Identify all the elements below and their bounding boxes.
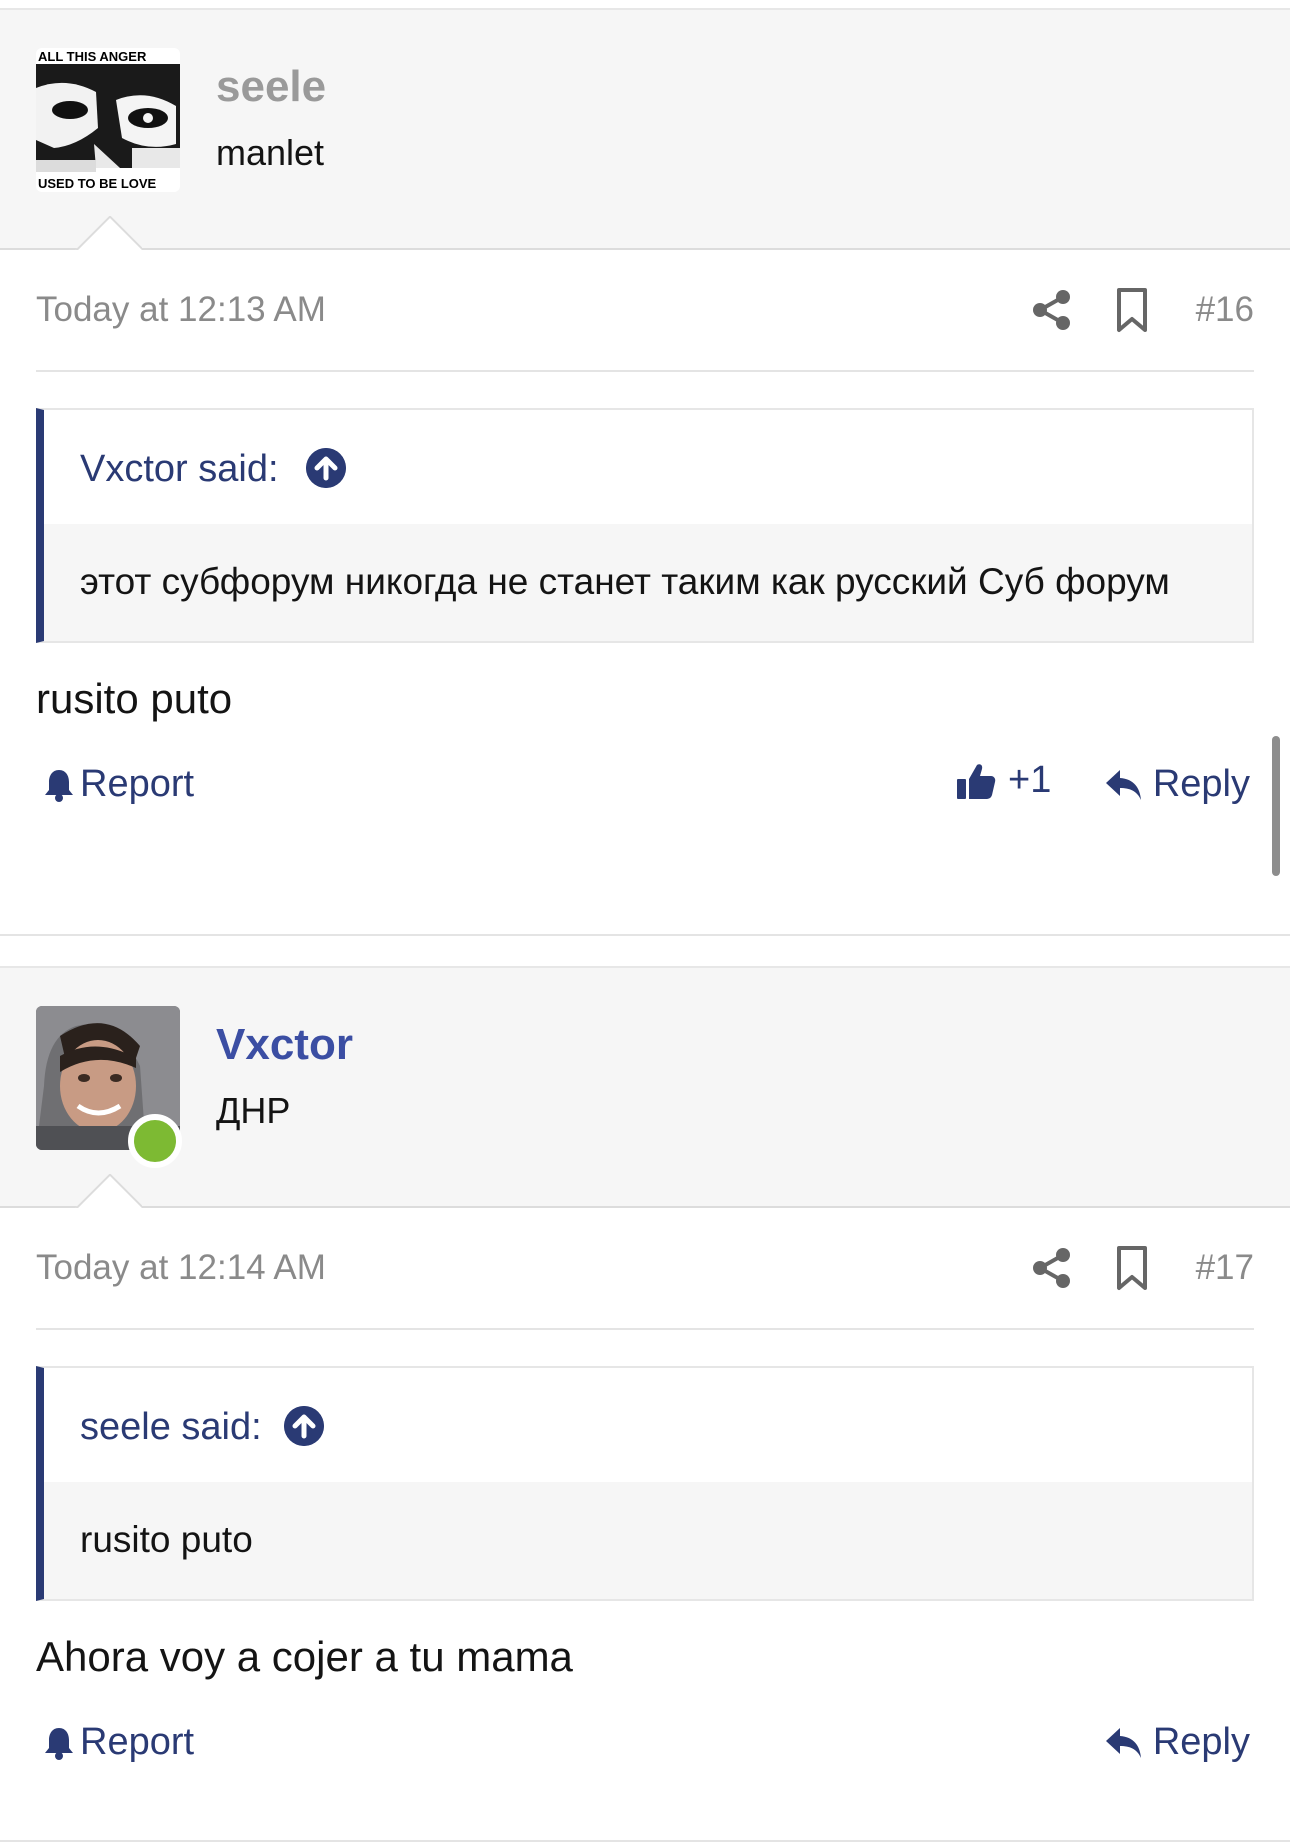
user-block: ALL THIS ANGER USED TO BE LOVE seele man… — [0, 10, 1290, 250]
avatar-caption-bottom: USED TO BE LOVE — [38, 176, 157, 191]
arrow-up-circle-icon[interactable] — [306, 448, 346, 488]
bookmark-icon[interactable] — [1112, 286, 1152, 334]
avatar-caption-top: ALL THIS ANGER — [38, 49, 147, 64]
like-count: +1 — [1008, 759, 1052, 801]
reply-label: Reply — [1152, 763, 1250, 805]
post-17: Vxctor ДНР Today at 12:14 AM #17 seele s… — [0, 966, 1290, 1842]
report-label: Report — [80, 1721, 195, 1763]
reply-arrow-icon — [1105, 769, 1141, 800]
quote-block: seele said: rusito puto — [36, 1366, 1254, 1601]
report-button[interactable]: Report — [44, 763, 194, 806]
quote-header: seele said: — [44, 1368, 1252, 1482]
report-button[interactable]: Report — [44, 1721, 194, 1764]
bookmark-icon[interactable] — [1112, 1244, 1152, 1292]
username[interactable]: Vxctor — [216, 1020, 353, 1070]
quote-text: rusito puto — [44, 1482, 1252, 1599]
bell-icon — [45, 1727, 73, 1760]
post-16: ALL THIS ANGER USED TO BE LOVE seele man… — [0, 8, 1290, 936]
report-label: Report — [80, 763, 195, 805]
user-block-caret — [74, 1174, 142, 1208]
thread-page: ALL THIS ANGER USED TO BE LOVE seele man… — [0, 0, 1290, 1848]
like-button[interactable]: +1 — [956, 759, 1051, 802]
user-block-caret — [74, 216, 142, 250]
post-actions: Report Reply — [36, 1685, 1254, 1795]
arrow-up-circle-icon[interactable] — [284, 1406, 324, 1446]
user-title: manlet — [216, 132, 325, 173]
username[interactable]: seele — [216, 62, 326, 112]
online-status-indicator — [128, 1114, 182, 1168]
quote-header: Vxctor said: — [44, 410, 1252, 524]
reply-arrow-icon — [1105, 1727, 1141, 1758]
post-message: Ahora voy a cojer a tu mama — [36, 1633, 573, 1680]
share-icon[interactable] — [1030, 1246, 1074, 1290]
user-title: ДНР — [216, 1090, 291, 1131]
share-icon[interactable] — [1030, 288, 1074, 332]
reply-button[interactable]: Reply — [1105, 763, 1250, 806]
user-block: Vxctor ДНР — [0, 968, 1290, 1208]
post-date[interactable]: Today at 12:13 AM — [36, 290, 326, 330]
post-number[interactable]: #16 — [1196, 290, 1254, 330]
post-message: rusito puto — [36, 675, 233, 722]
reply-button[interactable]: Reply — [1105, 1721, 1250, 1764]
bell-icon — [45, 769, 73, 802]
quote-text: этот субфорум никогда не станет таким ка… — [44, 524, 1252, 641]
scrollbar-thumb[interactable] — [1272, 736, 1280, 876]
post-actions: Report +1 Reply — [36, 727, 1254, 837]
post-date[interactable]: Today at 12:14 AM — [36, 1248, 326, 1288]
reply-label: Reply — [1152, 1721, 1250, 1763]
post-meta: Today at 12:13 AM #16 — [36, 250, 1254, 372]
post-meta: Today at 12:14 AM #17 — [36, 1208, 1254, 1330]
thumbs-up-icon — [957, 763, 996, 799]
avatar[interactable]: ALL THIS ANGER USED TO BE LOVE — [36, 48, 180, 192]
quote-author[interactable]: Vxctor said: — [80, 448, 279, 491]
avatar[interactable] — [36, 1006, 182, 1168]
quote-block: Vxctor said: этот субфорум никогда не ст… — [36, 408, 1254, 643]
avatar-image: ALL THIS ANGER USED TO BE LOVE — [36, 48, 180, 192]
post-number[interactable]: #17 — [1196, 1248, 1254, 1288]
quote-author[interactable]: seele said: — [80, 1406, 262, 1449]
